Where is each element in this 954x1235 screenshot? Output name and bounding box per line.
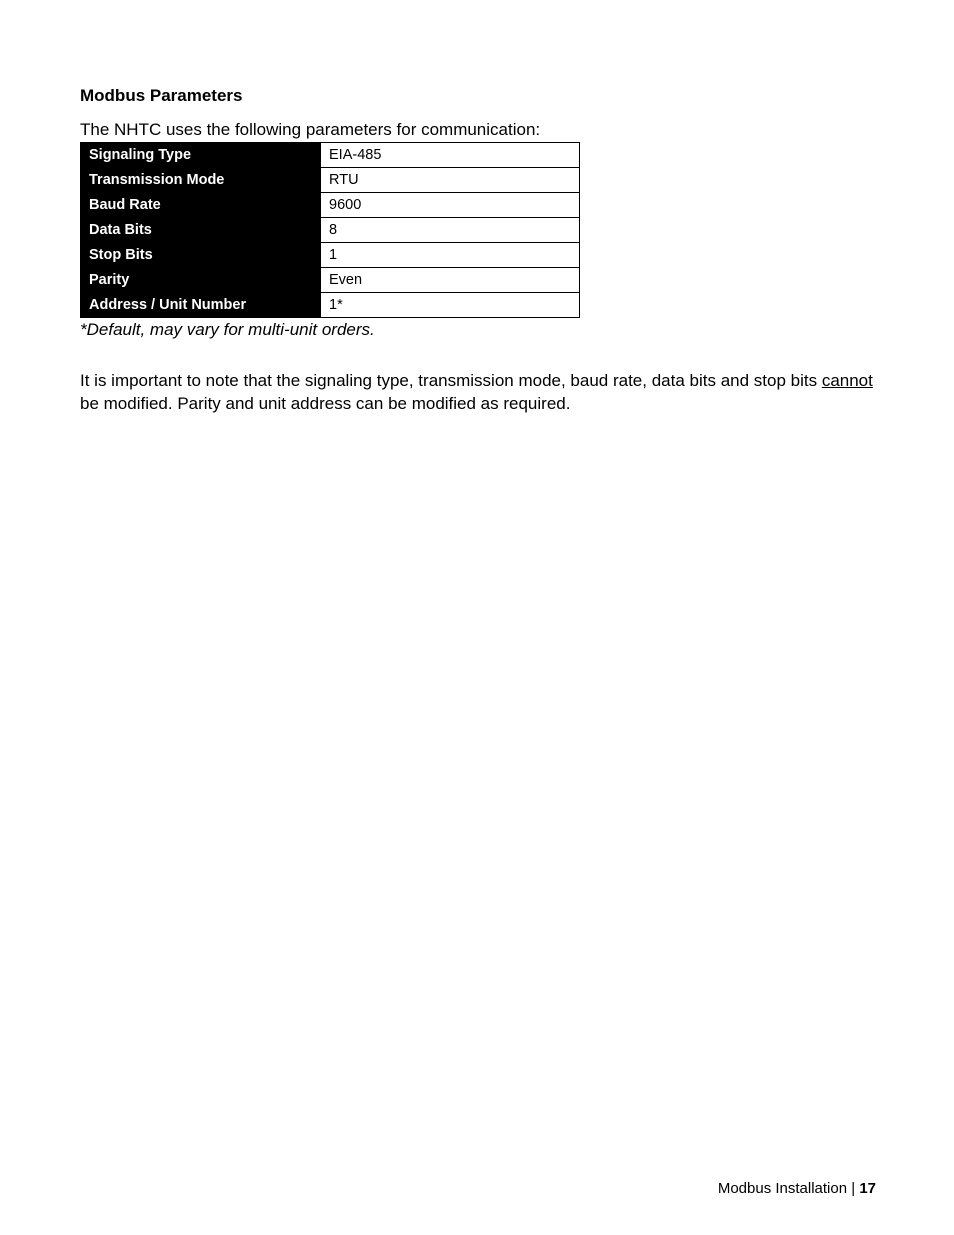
table-row: Signaling Type EIA-485 [81, 143, 580, 168]
param-value: 1* [321, 293, 580, 318]
paragraph-text-pre: It is important to note that the signali… [80, 371, 822, 390]
table-row: Transmission Mode RTU [81, 168, 580, 193]
paragraph-text-underline: cannot [822, 371, 873, 390]
table-row: Stop Bits 1 [81, 243, 580, 268]
param-value: 8 [321, 218, 580, 243]
param-label: Signaling Type [81, 143, 321, 168]
param-label: Baud Rate [81, 193, 321, 218]
table-row: Address / Unit Number 1* [81, 293, 580, 318]
table-row: Baud Rate 9600 [81, 193, 580, 218]
footer-separator: | [847, 1180, 859, 1197]
section-title: Modbus Parameters [80, 86, 876, 106]
intro-text: The NHTC uses the following parameters f… [80, 120, 876, 140]
param-value: Even [321, 268, 580, 293]
param-label: Address / Unit Number [81, 293, 321, 318]
param-value: 1 [321, 243, 580, 268]
param-value: EIA-485 [321, 143, 580, 168]
parameters-table: Signaling Type EIA-485 Transmission Mode… [80, 142, 580, 318]
footer-section: Modbus Installation [718, 1180, 847, 1197]
table-row: Parity Even [81, 268, 580, 293]
footer-page-number: 17 [859, 1180, 876, 1197]
param-value: 9600 [321, 193, 580, 218]
param-label: Transmission Mode [81, 168, 321, 193]
table-row: Data Bits 8 [81, 218, 580, 243]
paragraph-text-post: be modified. Parity and unit address can… [80, 394, 570, 413]
body-paragraph: It is important to note that the signali… [80, 370, 876, 416]
table-footnote: *Default, may vary for multi-unit orders… [80, 320, 876, 340]
param-label: Parity [81, 268, 321, 293]
param-value: RTU [321, 168, 580, 193]
param-label: Stop Bits [81, 243, 321, 268]
param-label: Data Bits [81, 218, 321, 243]
page-footer: Modbus Installation | 17 [718, 1180, 876, 1197]
